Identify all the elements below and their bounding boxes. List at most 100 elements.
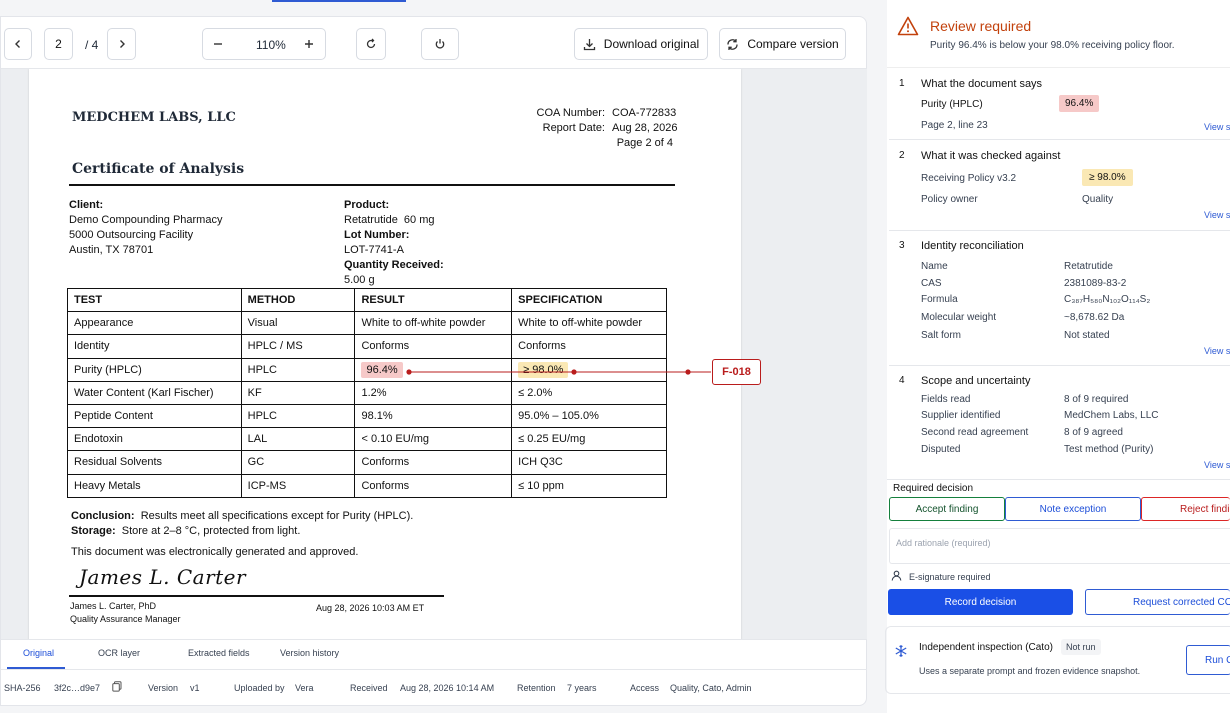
signature-image: James L. Carter — [79, 565, 247, 589]
field-location: Page 2, line 23 — [921, 120, 988, 131]
snowflake-icon — [895, 645, 907, 657]
record-decision-button[interactable]: Record decision — [888, 589, 1073, 615]
prev-page-button[interactable] — [4, 28, 32, 60]
view-source-link[interactable]: View s — [1204, 122, 1230, 132]
cell: Identity — [67, 334, 242, 359]
request-corrected-coa-button[interactable]: Request corrected COA — [1085, 589, 1230, 615]
uploaded-label: Uploaded by — [234, 683, 285, 693]
document-viewer: 2 / 4 110% Download original Compare ver… — [0, 16, 867, 706]
section-identity: 3 Identity reconciliation Name Retatruti… — [889, 232, 1230, 366]
chevron-left-icon — [15, 40, 20, 48]
compare-label: Compare version — [747, 37, 839, 51]
identity-value: Not stated — [1064, 330, 1110, 341]
compare-version-button[interactable]: Compare version — [719, 28, 846, 60]
inspection-description: Uses a separate prompt and frozen eviden… — [919, 666, 1141, 676]
cell: ICP-MS — [240, 473, 356, 498]
section-number: 1 — [899, 78, 905, 89]
identity-value: ~8,678.62 Da — [1064, 312, 1125, 323]
finding-tag[interactable]: F-018 — [712, 359, 761, 385]
section-title: Scope and uncertainty — [921, 375, 1031, 387]
identity-value: Retatrutide — [1064, 261, 1113, 272]
cell: Water Content (Karl Fischer) — [67, 380, 242, 405]
uploaded-value: Vera — [295, 683, 314, 693]
product-label: Product: — [344, 199, 390, 211]
generated-note: This document was electronically generat… — [71, 546, 359, 558]
top-accent-line — [272, 0, 406, 2]
tab-original[interactable]: Original — [23, 648, 54, 658]
storage-text: Store at 2–8 °C, protected from light. — [121, 525, 301, 537]
section-checked-against: 2 What it was checked against Receiving … — [889, 141, 1230, 231]
storage-line: Storage: Store at 2–8 °C, protected from… — [71, 525, 300, 537]
cell: Visual — [240, 311, 356, 336]
qty-value: 5.00 g — [344, 274, 375, 286]
lot-label: Lot Number: — [344, 229, 410, 241]
sha-label: SHA-256 — [4, 683, 41, 693]
cell: HPLC — [240, 357, 356, 382]
client-label: Client: — [69, 199, 104, 211]
reset-view-button[interactable] — [421, 28, 459, 60]
cell: Appearance — [67, 311, 242, 336]
received-label: Received — [350, 683, 388, 693]
section-title: What the document says — [921, 78, 1043, 90]
warning-icon — [897, 16, 919, 36]
section-number: 2 — [899, 150, 905, 161]
tab-version-history[interactable]: Version history — [280, 648, 339, 658]
zoom-out-button[interactable] — [203, 29, 233, 59]
next-page-button[interactable] — [107, 28, 136, 60]
section-title: What it was checked against — [921, 150, 1061, 162]
product-value: Retatrutide 60 mg — [344, 214, 435, 226]
cell: Endotoxin — [67, 427, 242, 452]
signature-line — [69, 595, 444, 597]
client-line3: Austin, TX 78701 — [69, 244, 154, 256]
policy-owner-label: Policy owner — [921, 194, 978, 205]
identity-label: Molecular weight — [921, 312, 997, 323]
field-name: Purity (HPLC) — [921, 99, 983, 110]
table-row: Peptide Content HPLC 98.1% 95.0% – 105.0% — [67, 403, 667, 429]
page-current: 2 — [55, 37, 62, 51]
zoom-in-button[interactable] — [294, 29, 324, 59]
retention-value: 7 years — [567, 683, 597, 693]
finding-connector — [406, 369, 711, 375]
cell: HPLC / MS — [240, 334, 356, 359]
tab-ocr-layer[interactable]: OCR layer — [98, 648, 140, 658]
run-inspection-button[interactable]: Run C — [1186, 645, 1230, 675]
note-exception-button[interactable]: Note exception — [1005, 497, 1141, 521]
signed-at: Aug 28, 2026 10:03 AM ET — [316, 603, 425, 613]
scope-label: Second read agreement — [921, 427, 1029, 438]
cell: Residual Solvents — [67, 450, 242, 475]
page-input[interactable]: 2 — [44, 28, 73, 60]
cell: White to off-white powder — [354, 311, 513, 336]
tab-extracted-fields[interactable]: Extracted fields — [188, 648, 250, 658]
accept-finding-button[interactable]: Accept finding — [889, 497, 1005, 521]
policy-name: Receiving Policy v3.2 — [921, 173, 1017, 184]
cell: HPLC — [240, 403, 356, 429]
access-label: Access — [630, 683, 660, 693]
view-source-link[interactable]: View s — [1204, 460, 1230, 470]
page-total: / 4 — [85, 38, 99, 52]
signer-title: Quality Assurance Manager — [70, 614, 181, 624]
section-title: Identity reconciliation — [921, 240, 1024, 252]
flagged-result[interactable]: 96.4% — [361, 361, 403, 378]
section-scope: 4 Scope and uncertainty Fields read 8 of… — [889, 367, 1230, 479]
inspection-title: Independent inspection (Cato) — [919, 642, 1053, 653]
document-metadata: SHA-256 3f2c…d9e7 Version v1 Uploaded by… — [1, 669, 867, 707]
retention-label: Retention — [517, 683, 556, 693]
table-row: Identity HPLC / MS Conforms Conforms — [67, 334, 667, 359]
qty-label: Quantity Received: — [344, 259, 444, 271]
rationale-field[interactable]: Add rationale (required) — [889, 528, 1230, 564]
power-icon — [435, 39, 445, 49]
header-result: RESULT — [354, 287, 513, 313]
download-original-button[interactable]: Download original — [574, 28, 708, 60]
reject-finding-button[interactable]: Reject findin — [1141, 497, 1230, 521]
company-name: MEDCHEM LABS, LLC — [72, 110, 236, 125]
view-source-link[interactable]: View s — [1204, 210, 1230, 220]
version-label: Version — [148, 683, 179, 693]
view-source-link[interactable]: View s — [1204, 346, 1230, 356]
rotate-button[interactable] — [356, 28, 386, 60]
copy-icon[interactable] — [112, 681, 122, 694]
inspection-status-badge: Not run — [1061, 639, 1101, 655]
cell: 98.1% — [354, 403, 513, 429]
review-title: Review required — [930, 18, 1032, 34]
received-value: Aug 28, 2026 10:14 AM — [400, 683, 495, 693]
minus-icon — [214, 43, 222, 45]
